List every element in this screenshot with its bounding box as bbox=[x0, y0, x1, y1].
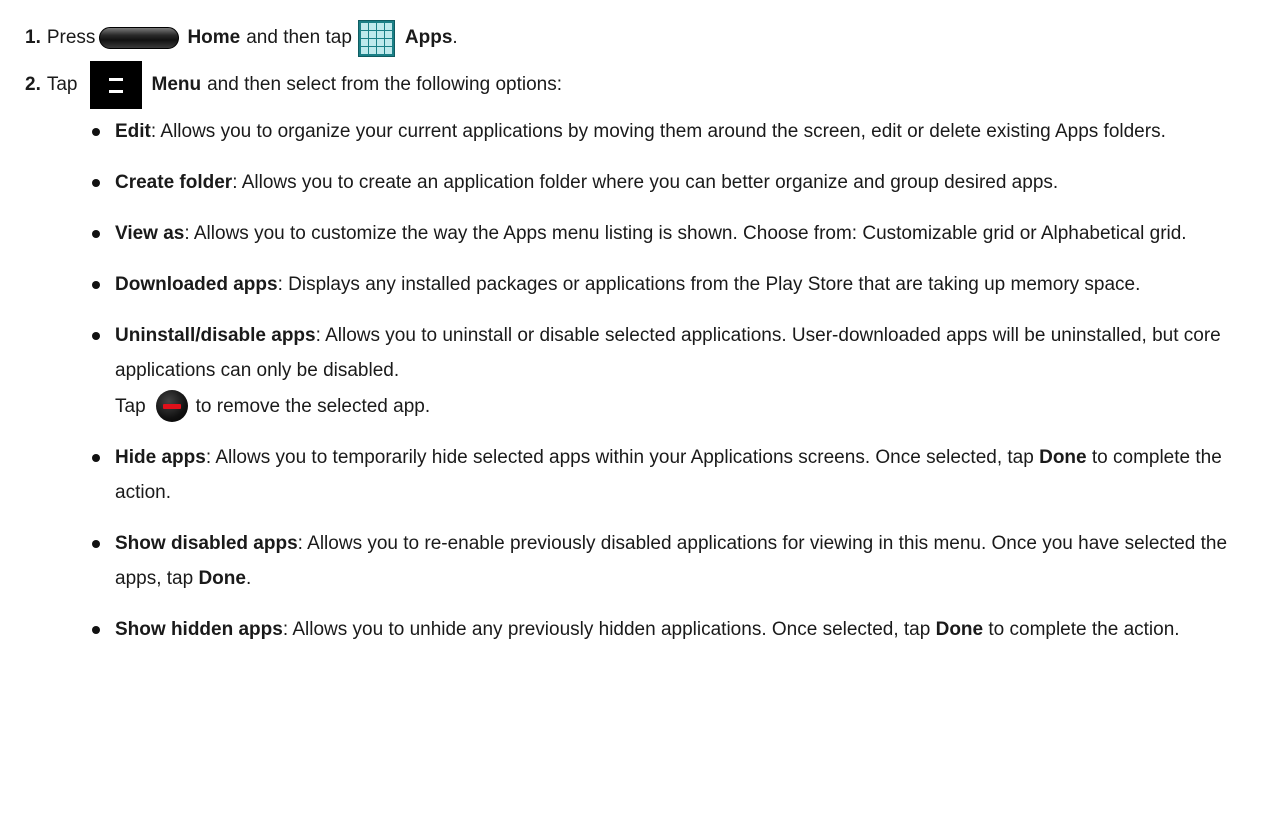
bullet-icon bbox=[92, 230, 100, 238]
option-description: : Allows you to customize the way the Ap… bbox=[184, 223, 1187, 244]
home-button-icon bbox=[99, 27, 180, 49]
step-text: and then tap bbox=[246, 27, 352, 48]
option-title: Edit bbox=[115, 121, 151, 142]
option-description: : Displays any installed packages or app… bbox=[277, 274, 1141, 295]
bullet-icon bbox=[92, 179, 100, 187]
option-description: : Allows you to unhide any previously hi… bbox=[282, 619, 931, 640]
done-label: Done bbox=[198, 568, 246, 589]
bullet-icon bbox=[92, 332, 100, 340]
list-item: Show disabled apps: Allows you to re-ena… bbox=[88, 526, 1268, 596]
note-text: Tap bbox=[115, 395, 146, 417]
option-description: : Allows you to create an application fo… bbox=[232, 172, 1059, 193]
option-description: : Allows you to organize your current ap… bbox=[150, 121, 1166, 142]
option-title: Show disabled apps bbox=[115, 533, 298, 554]
bullet-icon bbox=[92, 128, 100, 136]
options-list: Edit: Allows you to organize your curren… bbox=[88, 114, 1268, 663]
option-title: Uninstall/disable apps bbox=[115, 325, 316, 346]
step-1: 1. Press Home and then tap Apps . bbox=[25, 19, 458, 57]
step-number: 2. bbox=[25, 74, 41, 95]
remove-note: Tap to remove the selected app. bbox=[115, 388, 1268, 424]
bullet-icon bbox=[92, 626, 100, 634]
option-title: View as bbox=[115, 223, 185, 244]
list-item: Edit: Allows you to organize your curren… bbox=[88, 114, 1268, 149]
bullet-icon bbox=[92, 540, 100, 548]
step-2: 2. Tap Menu and then select from the fol… bbox=[25, 60, 562, 110]
list-item: Show hidden apps: Allows you to unhide a… bbox=[88, 612, 1268, 647]
bullet-icon bbox=[92, 281, 100, 289]
menu-label: Menu bbox=[151, 74, 202, 95]
list-item: Create folder: Allows you to create an a… bbox=[88, 165, 1268, 200]
note-text: to remove the selected app. bbox=[195, 395, 431, 417]
option-title: Show hidden apps bbox=[115, 619, 283, 640]
step-number: 1. bbox=[25, 27, 41, 48]
option-title: Create folder bbox=[115, 172, 233, 193]
list-item: Hide apps: Allows you to temporarily hid… bbox=[88, 440, 1268, 510]
bullet-icon bbox=[92, 454, 100, 462]
step-text: Tap bbox=[46, 74, 78, 95]
list-item: Uninstall/disable apps: Allows you to un… bbox=[88, 318, 1268, 424]
option-description: : Allows you to temporarily hide selecte… bbox=[205, 447, 1034, 468]
home-label: Home bbox=[187, 27, 241, 48]
list-item: View as: Allows you to customize the way… bbox=[88, 216, 1268, 251]
list-item: Downloaded apps: Displays any installed … bbox=[88, 267, 1268, 302]
apps-grid-icon bbox=[357, 19, 395, 57]
step-text: and then select from the following optio… bbox=[207, 74, 562, 95]
remove-icon bbox=[155, 390, 188, 422]
done-label: Done bbox=[935, 619, 984, 640]
option-description-end: . bbox=[245, 568, 252, 589]
menu-icon bbox=[89, 61, 142, 109]
done-label: Done bbox=[1039, 447, 1087, 468]
apps-label: Apps bbox=[404, 27, 453, 48]
step-text: Press bbox=[46, 27, 96, 48]
step-punct: . bbox=[452, 27, 458, 48]
option-title: Downloaded apps bbox=[115, 274, 278, 295]
option-description-end: to complete the action. bbox=[988, 619, 1180, 640]
option-title: Hide apps bbox=[115, 447, 206, 468]
